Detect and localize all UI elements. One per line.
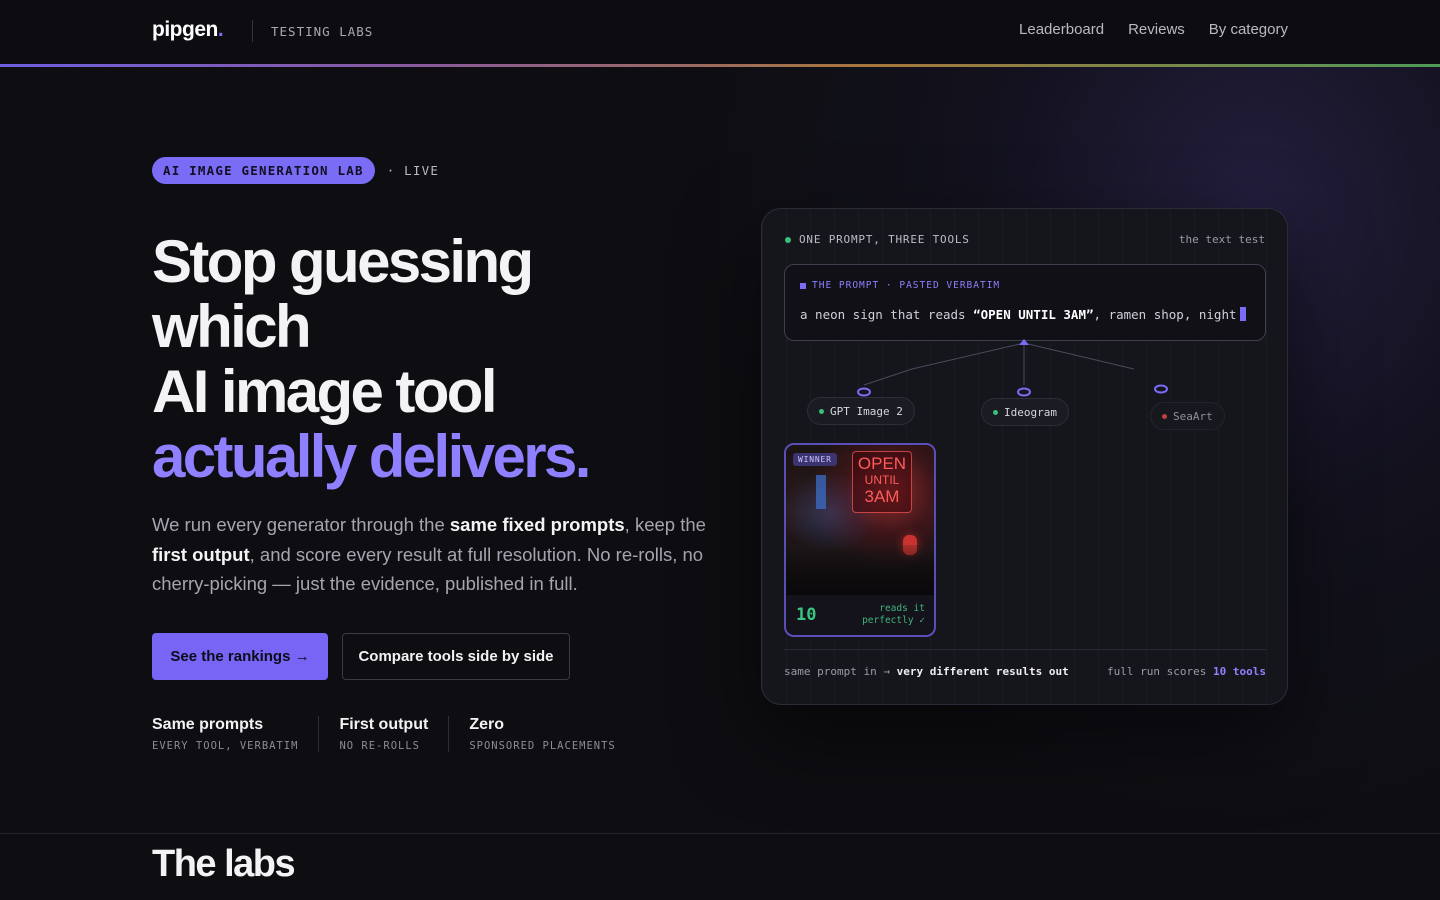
tool-chip-ideogram[interactable]: Ideogram [981, 398, 1069, 426]
footer-run-accent: 10 tools [1213, 665, 1266, 678]
hero-headline: Stop guessing which AI image tool actual… [152, 228, 591, 490]
result-score: 10 [796, 605, 817, 625]
stat-subtitle: EVERY TOOL, VERBATIM [152, 740, 299, 752]
logo-dot: . [217, 18, 224, 41]
see-rankings-button[interactable]: See the rankings → [152, 633, 328, 680]
blue-sign-shape [816, 475, 826, 509]
tool-name: SeaArt [1173, 409, 1213, 423]
footer-summary-pre: same prompt in → [784, 665, 897, 678]
status-dot-icon [1162, 413, 1167, 419]
footer-run-count: full run scores 10 tools [1107, 665, 1266, 678]
connector-arrow-icon [1019, 339, 1029, 345]
top-navigation-bar: pipgen. TESTING LABS Leaderboard Reviews… [0, 0, 1440, 67]
stat-title: Zero [469, 716, 504, 733]
hero-stats: Same prompts EVERY TOOL, VERBATIM First … [152, 716, 656, 752]
lede-text-2: , keep the [624, 514, 706, 535]
stat-zero: Zero SPONSORED PLACEMENTS [469, 716, 635, 752]
labs-section-title: The labs [152, 843, 296, 885]
footer-summary: same prompt in → very different results … [784, 665, 1069, 678]
neon-sign: OPEN UNTIL 3AM [852, 451, 912, 513]
connector-node-icon [857, 387, 871, 397]
hero-description: We run every generator through the same … [152, 510, 712, 599]
lab-badge: AI IMAGE GENERATION LAB [152, 157, 375, 184]
stat-title: First output [339, 716, 429, 733]
connector-node-icon [1017, 387, 1031, 397]
section-divider [0, 833, 1440, 834]
testing-labs-tag: TESTING LABS [271, 24, 374, 39]
hero-badge-row: AI IMAGE GENERATION LAB · LIVE [152, 157, 439, 184]
header-gradient-rule [0, 64, 1440, 67]
stat-same-prompts: Same prompts EVERY TOOL, VERBATIM [152, 716, 320, 752]
status-dot-icon [819, 408, 824, 414]
footer-summary-bold: very different results out [896, 665, 1069, 678]
nav-link-leaderboard[interactable]: Leaderboard [1019, 21, 1104, 38]
connector-node-icon [1154, 384, 1168, 394]
prompt-comparison-card: ONE PROMPT, THREE TOOLS the text test TH… [761, 208, 1288, 705]
headline-line-3: AI image tool [152, 358, 498, 425]
main-nav: Leaderboard Reviews By category [1019, 21, 1288, 38]
generated-image-thumbnail: OPEN UNTIL 3AM [786, 445, 934, 595]
nav-link-reviews[interactable]: Reviews [1128, 21, 1185, 38]
neon-sign-line-2: UNTIL [864, 473, 900, 487]
lede-text-1: We run every generator through the [152, 514, 450, 535]
tool-name: GPT Image 2 [830, 404, 903, 418]
logo-wordmark: pipgen [152, 18, 218, 41]
winner-result-card[interactable]: OPEN UNTIL 3AM WINNER 10 reads it perfec… [784, 443, 936, 637]
card-footer: same prompt in → very different results … [784, 665, 1266, 678]
tool-chip-gpt-image-2[interactable]: GPT Image 2 [807, 397, 915, 425]
footer-run-pre: full run scores [1107, 665, 1214, 678]
nav-link-by-category[interactable]: By category [1209, 21, 1288, 38]
stat-subtitle: SPONSORED PLACEMENTS [469, 740, 616, 752]
street-shade [786, 545, 934, 595]
stat-title: Same prompts [152, 716, 264, 733]
tool-name: Ideogram [1004, 405, 1057, 419]
neon-sign-line-3: 3AM [864, 487, 900, 506]
headline-accent: actually delivers. [152, 423, 591, 490]
pipgen-logo[interactable]: pipgen. [152, 18, 224, 42]
logo-divider [252, 20, 253, 42]
lede-emphasis-1: same fixed prompts [449, 514, 625, 535]
lede-emphasis-2: first output [152, 543, 250, 565]
status-dot-icon [993, 409, 998, 415]
stat-subtitle: NO RE-ROLLS [339, 740, 420, 752]
winner-badge: WINNER [793, 453, 837, 466]
compare-tools-button[interactable]: Compare tools side by side [342, 633, 570, 680]
live-status: · LIVE [386, 163, 440, 178]
headline-line-1: Stop guessing [152, 228, 534, 295]
stat-first-output: First output NO RE-ROLLS [339, 716, 450, 752]
card-divider [784, 649, 1266, 650]
result-verdict: reads it perfectly ✓ [862, 603, 925, 626]
headline-line-2: which [152, 293, 312, 360]
neon-sign-line-1: OPEN [857, 454, 907, 473]
tool-chip-seaart[interactable]: SeaArt [1150, 402, 1225, 430]
